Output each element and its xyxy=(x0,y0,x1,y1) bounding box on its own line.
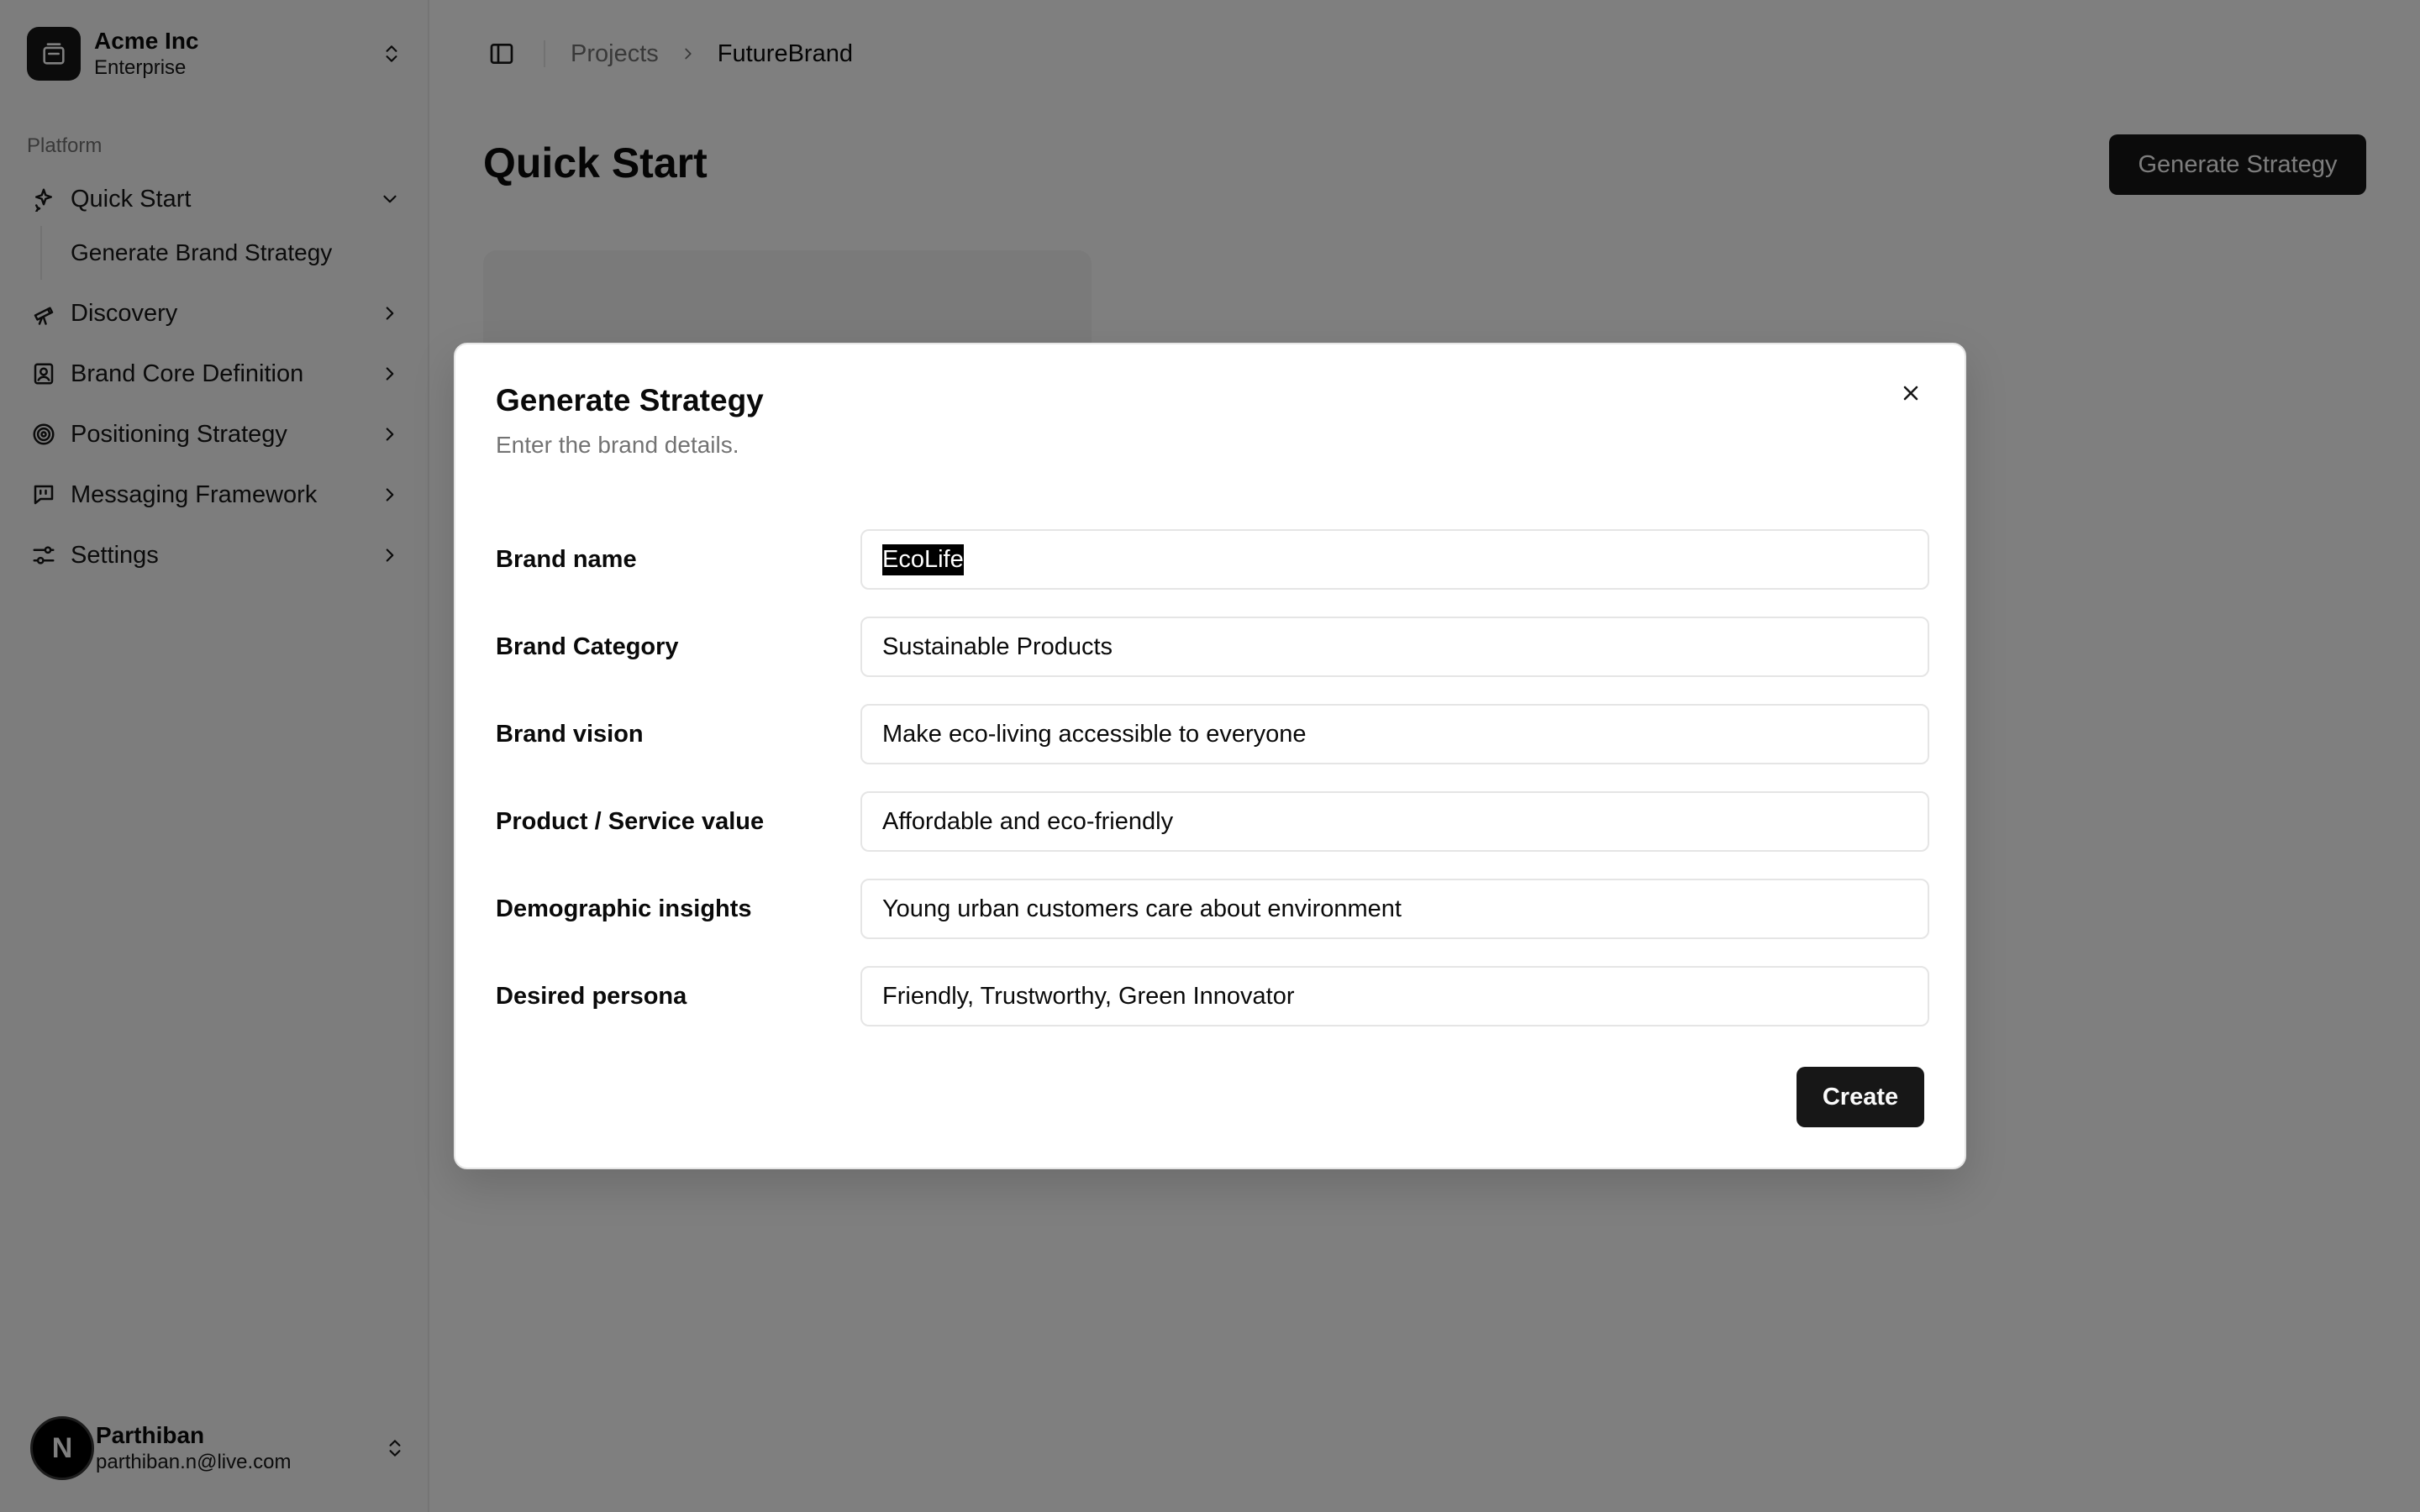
selected-text: EcoLife xyxy=(882,543,964,575)
generate-strategy-dialog: Generate Strategy Enter the brand detail… xyxy=(454,343,1966,1169)
dialog-title: Generate Strategy xyxy=(496,383,764,417)
dialog-description: Enter the brand details. xyxy=(496,432,739,458)
field-label: Brand Category xyxy=(496,633,679,660)
field-label: Brand vision xyxy=(496,720,644,748)
close-icon[interactable] xyxy=(1894,376,1928,410)
create-button[interactable]: Create xyxy=(1797,1067,1924,1127)
form-row-brand-name: Brand name EcoLife xyxy=(496,516,1929,603)
form-row-brand-category: Brand Category Sustainable Products xyxy=(496,603,1929,690)
field-label: Brand name xyxy=(496,545,637,573)
brand-category-input[interactable]: Sustainable Products xyxy=(860,617,1929,677)
field-label: Product / Service value xyxy=(496,807,765,835)
form-row-product-service-value: Product / Service value Affordable and e… xyxy=(496,778,1929,865)
field-label: Demographic insights xyxy=(496,895,752,922)
form-row-demographic-insights: Demographic insights Young urban custome… xyxy=(496,865,1929,953)
brand-form: Brand name EcoLife Brand Category Sustai… xyxy=(496,516,1929,1040)
brand-name-input[interactable]: EcoLife xyxy=(860,529,1929,590)
form-row-brand-vision: Brand vision Make eco-living accessible … xyxy=(496,690,1929,778)
product-service-value-input[interactable]: Affordable and eco-friendly xyxy=(860,791,1929,852)
form-row-desired-persona: Desired persona Friendly, Trustworthy, G… xyxy=(496,953,1929,1040)
desired-persona-input[interactable]: Friendly, Trustworthy, Green Innovator xyxy=(860,966,1929,1026)
demographic-insights-input[interactable]: Young urban customers care about environ… xyxy=(860,879,1929,939)
brand-vision-input[interactable]: Make eco-living accessible to everyone xyxy=(860,704,1929,764)
field-label: Desired persona xyxy=(496,982,687,1010)
